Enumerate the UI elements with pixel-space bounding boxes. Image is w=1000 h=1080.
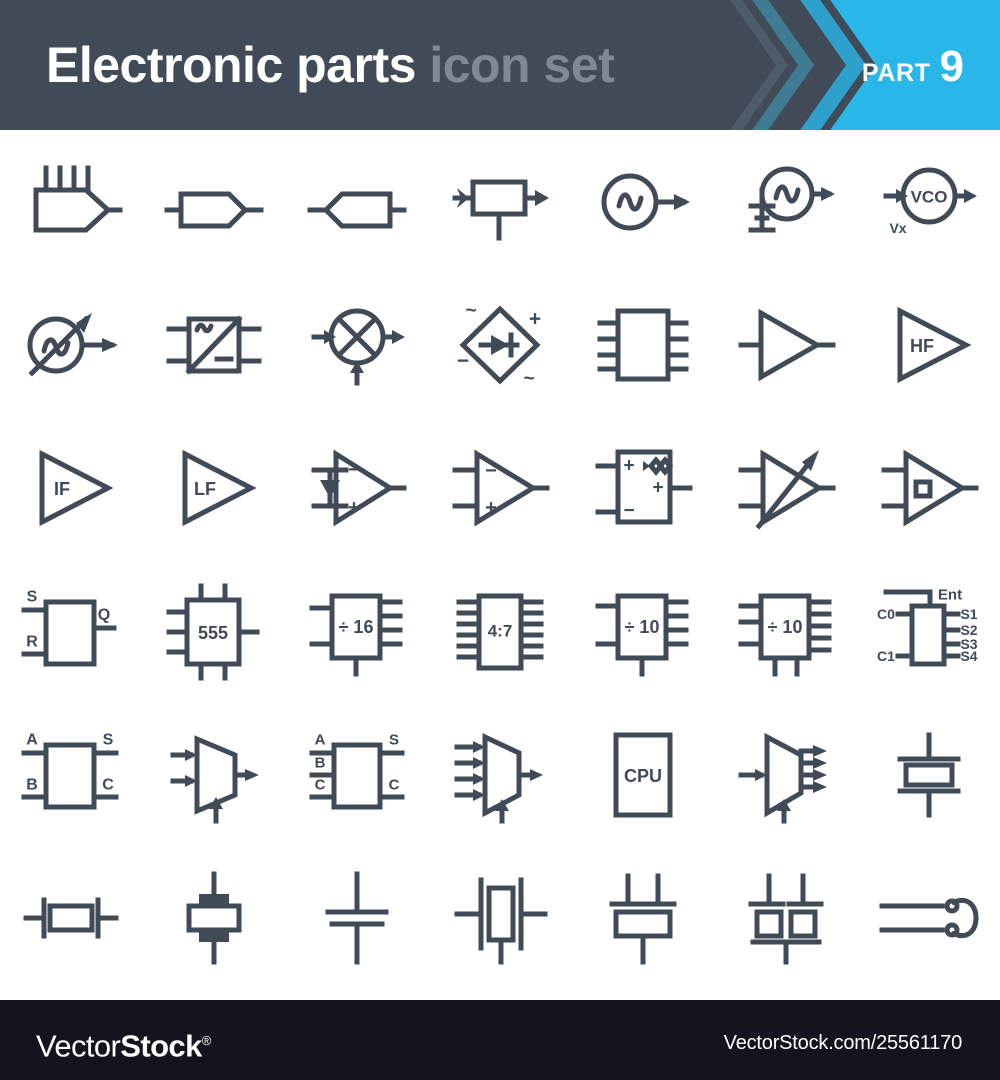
svg-text:+: + (652, 478, 663, 499)
logo-part-one: Vector (36, 1028, 121, 1064)
ent-label: Ent (937, 586, 961, 603)
vx-label: Vx (889, 220, 906, 236)
icon-variable-oscillator-arrow[interactable] (0, 273, 143, 416)
icon-operational-amplifier[interactable]: − + (429, 417, 572, 560)
s1-label: S1 (960, 606, 977, 622)
c-pin-label: C (315, 776, 326, 793)
svg-text:−: − (623, 501, 634, 522)
svg-text:~: ~ (523, 368, 534, 389)
icon-timer-ic-555[interactable]: 555 (143, 560, 286, 703)
s-pin-label: S (27, 588, 38, 605)
icon-piezo-resonator-vertical[interactable] (143, 847, 286, 990)
icon-multi-input-delay-line[interactable] (0, 130, 143, 273)
icon-sine-oscillator-source[interactable] (571, 130, 714, 273)
icon-ac-dc-converter-block[interactable] (143, 273, 286, 416)
icon-crystal-horizontal[interactable] (0, 847, 143, 990)
r-pin-label: R (27, 633, 39, 650)
icon-divider-by-10-a[interactable]: ÷ 10 (571, 560, 714, 703)
icon-ceramic-resonator-three-pin[interactable] (571, 847, 714, 990)
c-out-label: C (389, 776, 400, 793)
icon-intermediate-frequency-amplifier[interactable]: IF (0, 417, 143, 560)
svg-text:−: − (485, 460, 497, 482)
icon-grounded-crystal-oscillator[interactable] (714, 130, 857, 273)
icon-set-page: Electronic parts icon set PART 9 VCO Vx … (0, 0, 1000, 1080)
svg-text:−: − (348, 459, 360, 481)
b-pin-label: B (27, 776, 39, 793)
icon-divider-by-16[interactable]: ÷ 16 (286, 560, 429, 703)
title-sub: icon set (429, 37, 615, 93)
icon-crystal-resonator-vertical[interactable] (857, 703, 1000, 846)
page-header: Electronic parts icon set PART 9 (0, 0, 1000, 130)
hf-label: HF (910, 336, 934, 356)
page-footer: VectorStock® VectorStock.com/25561170 (0, 1000, 1000, 1080)
icon-dual-ceramic-resonator[interactable] (714, 847, 857, 990)
svg-text:+: + (623, 456, 634, 477)
icon-schmitt-trigger-amplifier[interactable] (857, 417, 1000, 560)
icon-voltage-controlled-oscillator[interactable]: VCO Vx (857, 130, 1000, 273)
icon-divider-by-10-b[interactable]: ÷ 10 (714, 560, 857, 703)
div16-label: ÷ 16 (339, 617, 374, 637)
icon-cpu-block[interactable]: CPU (571, 703, 714, 846)
div10a-label: ÷ 10 (624, 617, 659, 637)
icon-bridge-rectifier-diamond[interactable]: ~ ~ + − (429, 273, 572, 416)
svg-text:−: − (457, 349, 469, 372)
c-out-label: C (103, 776, 115, 793)
icon-low-frequency-amplifier[interactable]: LF (143, 417, 286, 560)
b-pin-label: B (315, 754, 326, 771)
icon-mixer-circle-cross[interactable] (286, 273, 429, 416)
q-pin-label: Q (98, 606, 110, 623)
icon-grid: VCO Vx ~ ~ + − HF IF LF − + − + + − + S … (0, 130, 1000, 990)
icon-amplifier-triangle[interactable] (714, 273, 857, 416)
icon-buffer-block-right[interactable] (143, 130, 286, 273)
vectorstock-logo: VectorStock® (36, 1024, 211, 1063)
svg-text:+: + (529, 307, 541, 330)
decoder-label: 4:7 (488, 621, 513, 640)
if-label: IF (54, 479, 70, 499)
a-pin-label: A (27, 731, 39, 748)
vco-label: VCO (910, 187, 947, 206)
icon-counter-enable-block[interactable]: Ent C0 C1 S1 S2 S3 S4 (857, 560, 1000, 703)
c1-label: C1 (877, 648, 895, 664)
icon-comparator-block[interactable]: + − + (571, 417, 714, 560)
cpu-label: CPU (624, 766, 662, 786)
svg-text:+: + (348, 497, 360, 519)
ic-555-label: 555 (198, 623, 228, 643)
icon-opamp-with-diode-input[interactable]: − + (286, 417, 429, 560)
svg-text:+: + (485, 497, 497, 519)
icon-logic-block-a-b-s-c[interactable]: A B S C (0, 703, 143, 846)
icon-antenna-loop-terminal[interactable] (857, 847, 1000, 990)
div10b-label: ÷ 10 (767, 617, 802, 637)
icon-ceramic-resonator-two-plate[interactable] (286, 847, 429, 990)
logo-part-two: Stock (120, 1028, 202, 1064)
s-out-label: S (389, 731, 399, 748)
part-label: PART 9 (862, 45, 964, 89)
icon-variable-gain-amplifier[interactable] (714, 417, 857, 560)
vectorstock-url: VectorStock.com/25561170 (723, 1032, 963, 1054)
icon-crystal-filter-two-terminal[interactable] (429, 847, 572, 990)
icon-buffer-block-left[interactable] (286, 130, 429, 273)
icon-sr-flip-flop[interactable]: S R Q (0, 560, 143, 703)
icon-integrated-circuit-dip[interactable] (571, 273, 714, 416)
part-number: 9 (939, 42, 964, 91)
s-out-label: S (103, 731, 114, 748)
registered-mark-icon: ® (201, 1033, 212, 1048)
icon-high-frequency-amplifier[interactable]: HF (857, 273, 1000, 416)
c0-label: C0 (877, 606, 895, 622)
part-word: PART (861, 59, 931, 87)
s4-label: S4 (960, 648, 977, 664)
lf-label: LF (194, 479, 216, 499)
svg-text:~: ~ (465, 300, 476, 321)
icon-logic-block-abc-sc[interactable]: A B C S C (286, 703, 429, 846)
a-pin-label: A (315, 731, 326, 748)
title-main: Electronic parts (46, 37, 416, 93)
icon-grounded-block-amplifier[interactable] (429, 130, 572, 273)
icon-demultiplexer-1-to-4[interactable] (714, 703, 857, 846)
icon-multiplexer-2-input[interactable] (143, 703, 286, 846)
page-title: Electronic parts icon set (46, 36, 615, 94)
icon-decoder-4-to-7[interactable]: 4:7 (429, 560, 572, 703)
icon-multiplexer-4-input[interactable] (429, 703, 572, 846)
